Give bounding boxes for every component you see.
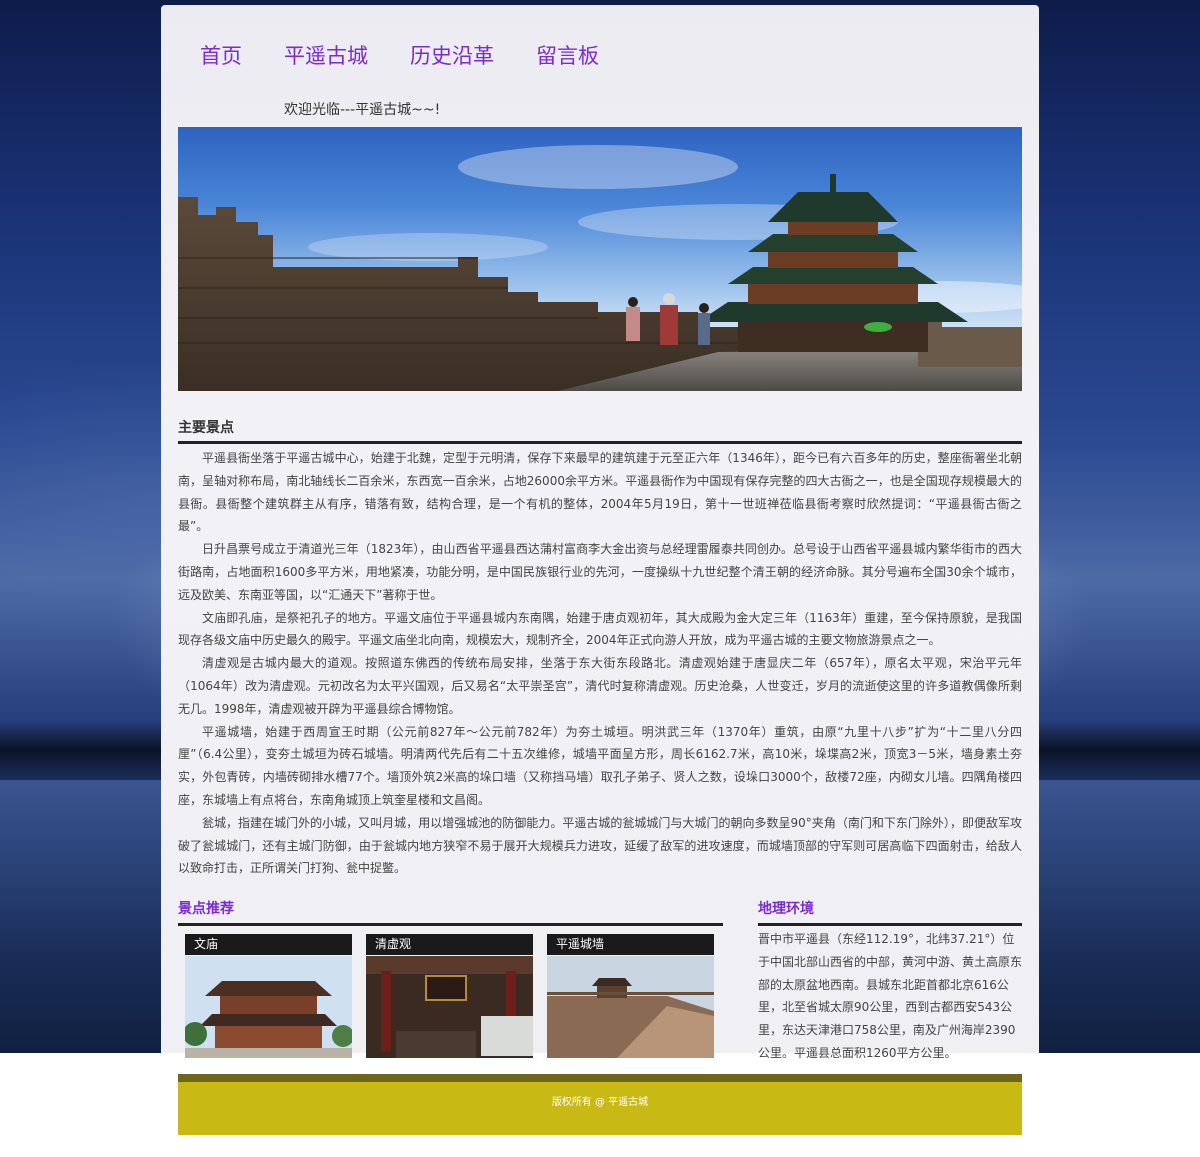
main-nav: 首页 平遥古城 历史沿革 留言板 <box>200 40 641 70</box>
attraction-card-wenmiao[interactable]: 文庙 <box>185 934 352 1058</box>
footer: 版权所有 @ 平遥古城 <box>178 1082 1022 1135</box>
temple-interior-photo <box>366 956 533 1058</box>
copyright-text: 版权所有 @ 平遥古城 <box>551 1097 649 1108</box>
nav-item-home[interactable]: 首页 <box>200 40 242 70</box>
section-title-geography: 地理环境 <box>758 901 814 917</box>
card-caption: 文庙 <box>185 934 352 955</box>
paragraph-qingxu-temple: 清虚观是古城内最大的道观。按照道东佛西的传统布局安排，坐落于东大街东段路北。清虚… <box>178 656 1022 716</box>
banner-image <box>178 127 1022 391</box>
nav-item-history[interactable]: 历史沿革 <box>410 40 494 70</box>
main-article: 平遥县衙坐落于平遥古城中心，始建于北魏，定型于元明清，保存下来最早的建筑建于元至… <box>178 447 1022 880</box>
section-title-recommended: 景点推荐 <box>178 901 234 917</box>
geography-text: 晋中市平遥县（东经112.19°，北纬37.21°）位于中国北部山西省的中部，黄… <box>758 932 1023 1060</box>
paragraph-rishengchang: 日升昌票号成立于清道光三年（1823年），由山西省平遥县西达蒲村富商李大金出资与… <box>178 542 1022 602</box>
paragraph-barbican: 瓮城，指建在城门外的小城，又叫月城，用以增强城池的防御能力。平遥古城的瓮城城门与… <box>178 815 1022 876</box>
card-caption: 平遥城墙 <box>547 934 714 955</box>
paragraph-county-yamen: 平遥县衙坐落于平遥古城中心，始建于北魏，定型于元明清，保存下来最早的建筑建于元至… <box>178 451 1022 534</box>
paragraph-confucian-temple: 文庙即孔庙，是祭祀孔子的地方。平遥文庙位于平遥县城内东南隅，始建于唐贞观初年，其… <box>178 610 1022 648</box>
temple-photo <box>185 956 352 1058</box>
city-wall-tower-illustration <box>178 145 1022 391</box>
welcome-text: 欢迎光临---平遥古城~~! <box>284 102 441 118</box>
geography-divider <box>758 923 1022 926</box>
attraction-card-city-wall[interactable]: 平遥城墙 <box>547 934 714 1058</box>
section-divider <box>178 441 1022 444</box>
footer-top-bar <box>178 1074 1022 1082</box>
attraction-card-qingxuguan[interactable]: 清虚观 <box>366 934 533 1058</box>
paragraph-city-wall: 平遥城墙，始建于西周宣王时期（公元前827年～公元前782年）为夯土城垣。明洪武… <box>178 724 1022 807</box>
nav-item-message-board[interactable]: 留言板 <box>536 40 599 70</box>
recommended-divider <box>178 923 723 926</box>
nav-item-pingyao-ancient-city[interactable]: 平遥古城 <box>284 40 368 70</box>
city-wall-photo <box>547 956 714 1058</box>
section-title-main-attractions: 主要景点 <box>178 420 234 436</box>
card-caption: 清虚观 <box>366 934 533 955</box>
